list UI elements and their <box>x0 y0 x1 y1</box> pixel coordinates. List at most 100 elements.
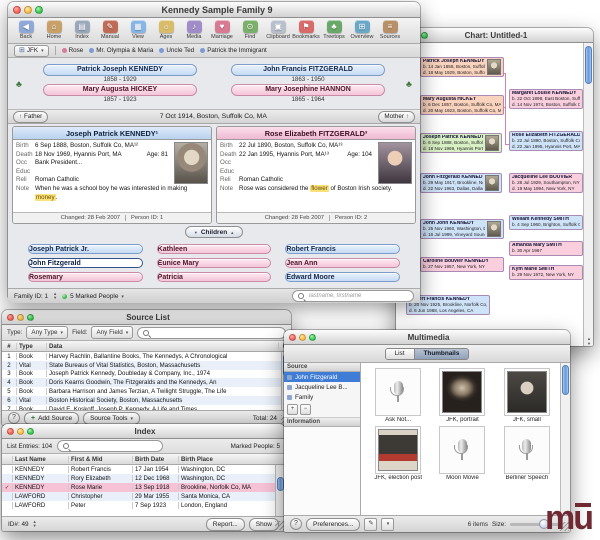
bookmark-rose[interactable]: Rose <box>62 47 84 54</box>
grandfather-paternal-pill[interactable]: Patrick Joseph KENNEDY <box>43 64 197 76</box>
index-row[interactable]: KENNEDYRobert Francis17 Jan 1954Washingt… <box>2 465 285 474</box>
chart-box-mary-augusta-hickey[interactable]: Mary Augusta HICKEY b. 6 Dec 1857, Bosto… <box>420 95 504 115</box>
chart-box-amanda-mary-smith[interactable]: Amanda Mary SMITH b. 30 Apr 1967 <box>509 241 583 256</box>
tab-thumbnails[interactable]: Thumbnails <box>415 349 469 359</box>
chart-box-rose-elizabeth-fitzgerald[interactable]: Rose Elizabeth FITZGERALD b. 22 Jul 1890… <box>509 131 583 151</box>
child-patricia[interactable]: Patricia <box>157 272 272 282</box>
maternal-treetop-icon[interactable] <box>402 64 416 104</box>
help-button[interactable] <box>290 518 302 530</box>
bookmark-uncle-ted[interactable]: Uncle Ted <box>159 47 194 54</box>
field-filter-popup[interactable]: Any Field <box>91 326 133 339</box>
chart-box-joseph-patrick-kennedy[interactable]: Joseph Patrick KENNEDY b. 6 Sep 1888, Bo… <box>420 133 502 153</box>
chart-titlebar[interactable]: Chart: Untitled-1 <box>396 28 593 43</box>
scrollbar-thumb[interactable] <box>277 477 284 491</box>
source-tools-button[interactable]: Source Tools <box>83 412 140 425</box>
source-row[interactable]: 6VitalBoston Historical Society, Boston,… <box>2 396 291 405</box>
source-row[interactable]: 2VitalState Bureaus of Vital Statistics,… <box>2 361 291 370</box>
index-titlebar[interactable]: Index <box>2 424 285 439</box>
toolbar-clipboard[interactable]: ▣Clipboard <box>266 20 290 40</box>
chart-box-kym-marie-smith[interactable]: Kym Marie SMITH b. 29 Nov 1972, New York… <box>509 265 583 280</box>
source-search-input[interactable] <box>152 329 281 337</box>
index-row-selected[interactable]: ✓KENNEDYRose Marie13 Sep 1918Brookline, … <box>2 483 285 492</box>
zoom-button[interactable] <box>421 32 428 39</box>
close-button[interactable] <box>7 428 14 435</box>
index-search-input[interactable] <box>72 442 158 450</box>
husband-name-header[interactable]: Joseph Patrick KENNEDY¹ <box>13 127 211 140</box>
husband-photo[interactable] <box>174 142 208 184</box>
toolbar-view[interactable]: ▦View <box>126 20 150 40</box>
chart-box-margaret-louise-kennedy[interactable]: Margaret Louise KENNEDY b. 22 Oct 1898, … <box>509 89 583 109</box>
report-button[interactable]: Report... <box>206 518 245 531</box>
source-link[interactable]: flower <box>310 185 329 192</box>
thumbnail-moon-movie[interactable]: Moon Movie <box>431 426 493 481</box>
wife-photo[interactable] <box>378 142 412 184</box>
toolbar-back[interactable]: ◀Back <box>14 20 38 40</box>
column-type[interactable]: Type <box>16 343 46 350</box>
chart-box-john-fitzgerald-kennedy[interactable]: John Fitzgerald KENNEDY b. 29 May 1917, … <box>420 173 502 193</box>
zoom-button[interactable] <box>35 6 43 14</box>
child-john-fitzgerald[interactable]: John Fitzgerald <box>28 258 143 268</box>
minimize-button[interactable] <box>24 6 32 14</box>
child-edward-moore[interactable]: Edward Moore <box>285 272 400 282</box>
chart-canvas[interactable]: Patrick Joseph KENNEDY b. 14 Jan 1858, B… <box>396 43 593 346</box>
scrollbar-thumb[interactable] <box>585 46 592 84</box>
column-last-name[interactable]: Last Name <box>12 456 68 463</box>
scrollbar-thumb[interactable] <box>562 365 569 395</box>
person-nav-popup[interactable]: JFK <box>14 45 49 57</box>
column-number[interactable]: # <box>2 343 16 350</box>
chart-box-william-kennedy-smith[interactable]: William Kennedy SMITH b. 4 Sep 1960, Bri… <box>509 215 583 230</box>
people-search-input[interactable] <box>307 292 409 300</box>
tab-list[interactable]: List <box>386 349 415 359</box>
grandmother-paternal-pill[interactable]: Mary Augusta HICKEY <box>43 84 197 96</box>
chart-box-patrick-joseph-kennedy[interactable]: Patrick Joseph KENNEDY b. 14 Jan 1858, B… <box>420 57 504 77</box>
toolbar-manual[interactable]: ✎Manual <box>98 20 122 40</box>
person-id-stepper[interactable] <box>33 520 37 528</box>
index-row[interactable]: LAWFORDPeter7 Sep 1923London, England <box>2 501 285 510</box>
toolbar-overview[interactable]: ⊞Overview <box>350 20 374 40</box>
column-data[interactable]: Data <box>46 343 278 350</box>
add-button[interactable]: + <box>287 404 298 415</box>
child-jean-ann[interactable]: Jean Ann <box>285 258 400 268</box>
column-first-mid[interactable]: First & Mid <box>68 456 132 463</box>
close-button[interactable] <box>7 314 14 321</box>
edit-icon[interactable] <box>364 518 377 531</box>
toolbar-home[interactable]: ⌂Home <box>42 20 66 40</box>
toolbar-sources[interactable]: ≡Sources <box>378 20 402 40</box>
chart-box-caroline-bouvier-kennedy[interactable]: Caroline Bouvier KENNEDY b. 27 Nov 1957,… <box>420 257 504 272</box>
source-link[interactable]: money <box>35 194 56 201</box>
father-button[interactable]: Father <box>13 111 48 123</box>
source-row[interactable]: 5BookBarbara Harrison and James Terzian,… <box>2 387 291 396</box>
remove-button[interactable]: − <box>300 404 311 415</box>
column-birth-place[interactable]: Birth Place <box>178 456 285 463</box>
bookmark-mr-olympia-maria[interactable]: Mr. Olympia & Maria <box>89 47 153 54</box>
toolbar-ages[interactable]: ☼Ages <box>154 20 178 40</box>
grandfather-maternal-pill[interactable]: John Francis FITZGERALD <box>231 64 385 76</box>
preferences-button[interactable]: Preferences... <box>306 518 360 531</box>
scrollbar-arrows[interactable]: ▲▼ <box>584 336 593 346</box>
thumbs-vertical-scrollbar[interactable] <box>560 363 570 515</box>
thumbnail-jfk-small[interactable]: JFK, small <box>496 368 558 423</box>
toolbar-treetops[interactable]: ♣Treetops <box>322 20 346 40</box>
chart-vertical-scrollbar[interactable]: ▲▼ <box>583 43 593 346</box>
marked-people-popup[interactable]: 5 Marked People <box>62 293 124 300</box>
wife-name-header[interactable]: Rose Elizabeth FITZGERALD³ <box>217 127 415 140</box>
child-robert-francis[interactable]: Robert Francis <box>285 244 400 254</box>
child-kathleen[interactable]: Kathleen <box>157 244 272 254</box>
children-button[interactable]: ▼Children▲ <box>185 226 243 238</box>
close-button[interactable] <box>13 6 21 14</box>
child-joseph-patrick-jr[interactable]: Joseph Patrick Jr. <box>28 244 143 254</box>
zoom-button[interactable] <box>309 334 316 341</box>
minimize-button[interactable] <box>299 334 306 341</box>
multimedia-titlebar[interactable]: Multimedia <box>284 330 570 345</box>
thumbnail-jfk-portrait[interactable]: JFK, portrait <box>431 368 493 423</box>
zoom-button[interactable] <box>27 428 34 435</box>
toolbar-bookmarks[interactable]: ⚑Bookmarks <box>294 20 318 40</box>
child-rosemary[interactable]: Rosemary <box>28 272 143 282</box>
source-row[interactable]: 4BookDoris Kearns Goodwin, The Fitzgeral… <box>2 378 291 387</box>
sidebar-item-jacqueline[interactable]: Jacqueline Lee B... <box>284 382 360 392</box>
add-source-button[interactable]: Add Source <box>24 412 79 425</box>
thumbnail-berliner-speech[interactable]: Berliner Speech <box>496 426 558 481</box>
mother-button[interactable]: Mother <box>378 111 415 123</box>
resize-grip[interactable] <box>275 521 284 530</box>
toolbar-media[interactable]: ♪Media <box>182 20 206 40</box>
